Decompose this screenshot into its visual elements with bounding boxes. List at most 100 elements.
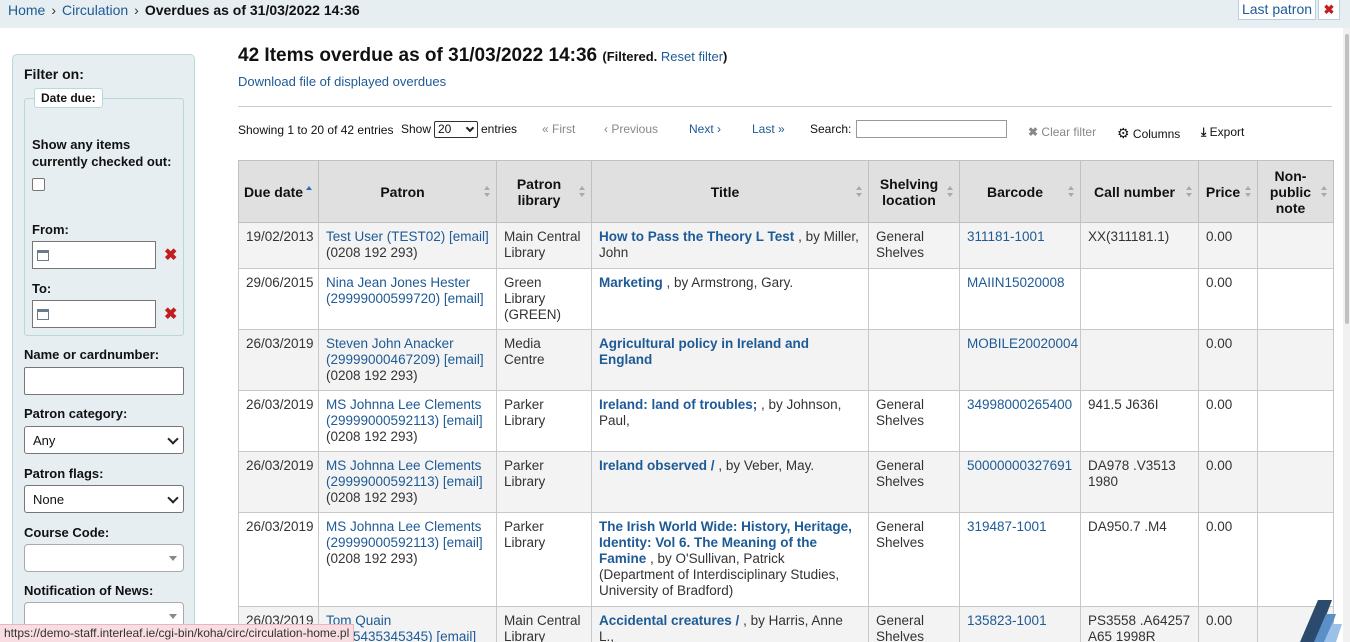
- email-link[interactable]: [email]: [443, 413, 483, 428]
- calendar-icon[interactable]: [37, 250, 49, 261]
- title-link[interactable]: Ireland observed /: [599, 458, 715, 473]
- email-link[interactable]: [email]: [449, 229, 489, 244]
- email-link[interactable]: [email]: [444, 291, 484, 306]
- cell-price: 0.00: [1198, 329, 1258, 391]
- calendar-icon[interactable]: [37, 309, 49, 320]
- email-link[interactable]: [email]: [444, 352, 484, 367]
- barcode-link[interactable]: MAIIN15020008: [967, 275, 1065, 290]
- patron-link[interactable]: Test User (TEST02): [326, 229, 445, 244]
- barcode-link[interactable]: 311181-1001: [967, 229, 1045, 244]
- title-link[interactable]: Accidental creatures /: [599, 613, 739, 628]
- filtered-label: (Filtered.: [602, 49, 661, 64]
- title-link[interactable]: Marketing: [599, 275, 663, 290]
- filtered-suffix: ): [723, 49, 728, 64]
- name-cardnumber-input[interactable]: [24, 367, 184, 395]
- gear-icon: ⚙: [1117, 125, 1130, 141]
- sort-icon: [484, 185, 491, 198]
- clear-to-icon[interactable]: ✖: [164, 304, 177, 324]
- email-link[interactable]: [email]: [436, 629, 476, 642]
- search-input[interactable]: [856, 120, 1007, 138]
- to-date-input[interactable]: [32, 300, 156, 328]
- barcode-link[interactable]: 50000000327691: [967, 458, 1072, 473]
- scrollbar-thumb[interactable]: [1345, 34, 1349, 324]
- course-code-select[interactable]: [24, 544, 184, 572]
- cell-shelving-location: [868, 329, 960, 391]
- cell-patron-library: Media Centre: [496, 329, 592, 391]
- cell-patron-library: Parker Library: [496, 451, 592, 513]
- barcode-link[interactable]: 34998000265400: [967, 397, 1072, 412]
- cell-barcode: MOBILE20020004: [959, 329, 1081, 391]
- barcode-link[interactable]: MOBILE20020004: [967, 336, 1078, 351]
- breadcrumb-home[interactable]: Home: [8, 2, 45, 18]
- table-row: 26/03/2019 MS Johnna Lee Clements (299990…: [238, 512, 1334, 607]
- cell-barcode: 319487-1001: [959, 512, 1081, 607]
- reset-filter-link[interactable]: Reset filter: [661, 49, 723, 64]
- download-overdues-link[interactable]: Download file of displayed overdues: [238, 74, 446, 89]
- cell-price: 0.00: [1198, 512, 1258, 607]
- patron-phone: (0208 192 293): [326, 490, 418, 505]
- column-header-patron[interactable]: Patron: [318, 160, 497, 223]
- sort-icon: [856, 185, 863, 198]
- clear-from-icon[interactable]: ✖: [164, 245, 177, 265]
- first-page-button[interactable]: « First: [542, 122, 575, 136]
- columns-button[interactable]: ⚙ Columns: [1117, 125, 1180, 142]
- patron-link[interactable]: Steven John Anacker (29999000467209): [326, 336, 454, 367]
- title-link[interactable]: How to Pass the Theory L Test: [599, 229, 794, 244]
- entries-label: entries: [481, 122, 518, 136]
- column-header-patron-library[interactable]: Patron library: [496, 160, 592, 223]
- cell-title: Marketing , by Armstrong, Gary.: [591, 268, 869, 330]
- sort-icon: [1245, 185, 1252, 198]
- next-page-button[interactable]: Next ›: [689, 122, 721, 136]
- cell-non-public-note: [1257, 390, 1334, 452]
- cell-patron: Nina Jean Jones Hester (29999000599720) …: [318, 268, 497, 330]
- last-page-button[interactable]: Last »: [752, 122, 785, 136]
- column-header-call-number[interactable]: Call number: [1080, 160, 1199, 223]
- column-header-due-date[interactable]: Due date: [238, 160, 319, 223]
- cell-price: 0.00: [1198, 222, 1258, 269]
- page-length-select[interactable]: 20: [434, 121, 478, 138]
- column-header-barcode[interactable]: Barcode: [959, 160, 1081, 223]
- email-link[interactable]: [email]: [443, 474, 483, 489]
- entries-info: Showing 1 to 20 of 42 entries: [238, 123, 394, 137]
- clear-filter-label: Clear filter: [1041, 125, 1097, 139]
- cell-barcode: MAIIN15020008: [959, 268, 1081, 330]
- cell-price: 0.00: [1198, 268, 1258, 330]
- sort-icon: [1321, 185, 1328, 198]
- table-row: 26/03/2019 MS Johnna Lee Clements (299990…: [238, 451, 1334, 513]
- patron-phone: (0208 192 293): [326, 429, 418, 444]
- title-link[interactable]: Ireland: land of troubles;: [599, 397, 757, 412]
- cell-barcode: 34998000265400: [959, 390, 1081, 452]
- barcode-link[interactable]: 319487-1001: [967, 519, 1047, 534]
- patron-phone: (0208 192 293): [326, 245, 418, 260]
- column-header-shelving-location[interactable]: Shelving location: [868, 160, 960, 223]
- column-header-non-public-note[interactable]: Non-public note: [1257, 160, 1334, 223]
- title-link[interactable]: Agricultural policy in Ireland and Engla…: [599, 336, 809, 367]
- from-date-input[interactable]: [32, 241, 156, 269]
- cell-due-date: 26/03/2019: [238, 512, 319, 607]
- breadcrumb-current: Overdues as of 31/03/2022 14:36: [144, 2, 360, 18]
- show-checked-out-checkbox[interactable]: [32, 178, 45, 191]
- last-patron-button[interactable]: Last patron: [1238, 0, 1316, 20]
- close-icon[interactable]: ✖: [1318, 0, 1340, 20]
- sort-icon: [947, 185, 954, 198]
- dropdown-arrow-icon: [169, 614, 177, 619]
- sort-icon: [1186, 185, 1193, 198]
- export-button[interactable]: ⤓ Export: [1201, 125, 1244, 140]
- barcode-link[interactable]: 135823-1001: [967, 613, 1047, 628]
- cell-call-number: PS3558 .A64257 A65 1998R: [1080, 606, 1199, 642]
- patron-flags-select[interactable]: None: [24, 485, 184, 513]
- filter-heading: Filter on:: [24, 66, 84, 82]
- cell-title: Ireland: land of troubles; , by Johnson,…: [591, 390, 869, 452]
- column-header-title[interactable]: Title: [591, 160, 869, 223]
- patron-category-select[interactable]: Any: [24, 426, 184, 454]
- course-code-label: Course Code:: [24, 525, 110, 540]
- patron-phone: (0208 192 293): [326, 551, 418, 566]
- email-link[interactable]: [email]: [443, 535, 483, 550]
- clear-filter-button[interactable]: ✖ Clear filter: [1028, 125, 1096, 139]
- previous-page-button[interactable]: ‹ Previous: [604, 122, 658, 136]
- breadcrumb-circulation[interactable]: Circulation: [62, 2, 128, 18]
- column-header-price[interactable]: Price: [1198, 160, 1258, 223]
- chevron-down-icon: [465, 123, 475, 133]
- breadcrumb-separator-icon: ›: [51, 2, 57, 18]
- cell-shelving-location: General Shelves: [868, 451, 960, 513]
